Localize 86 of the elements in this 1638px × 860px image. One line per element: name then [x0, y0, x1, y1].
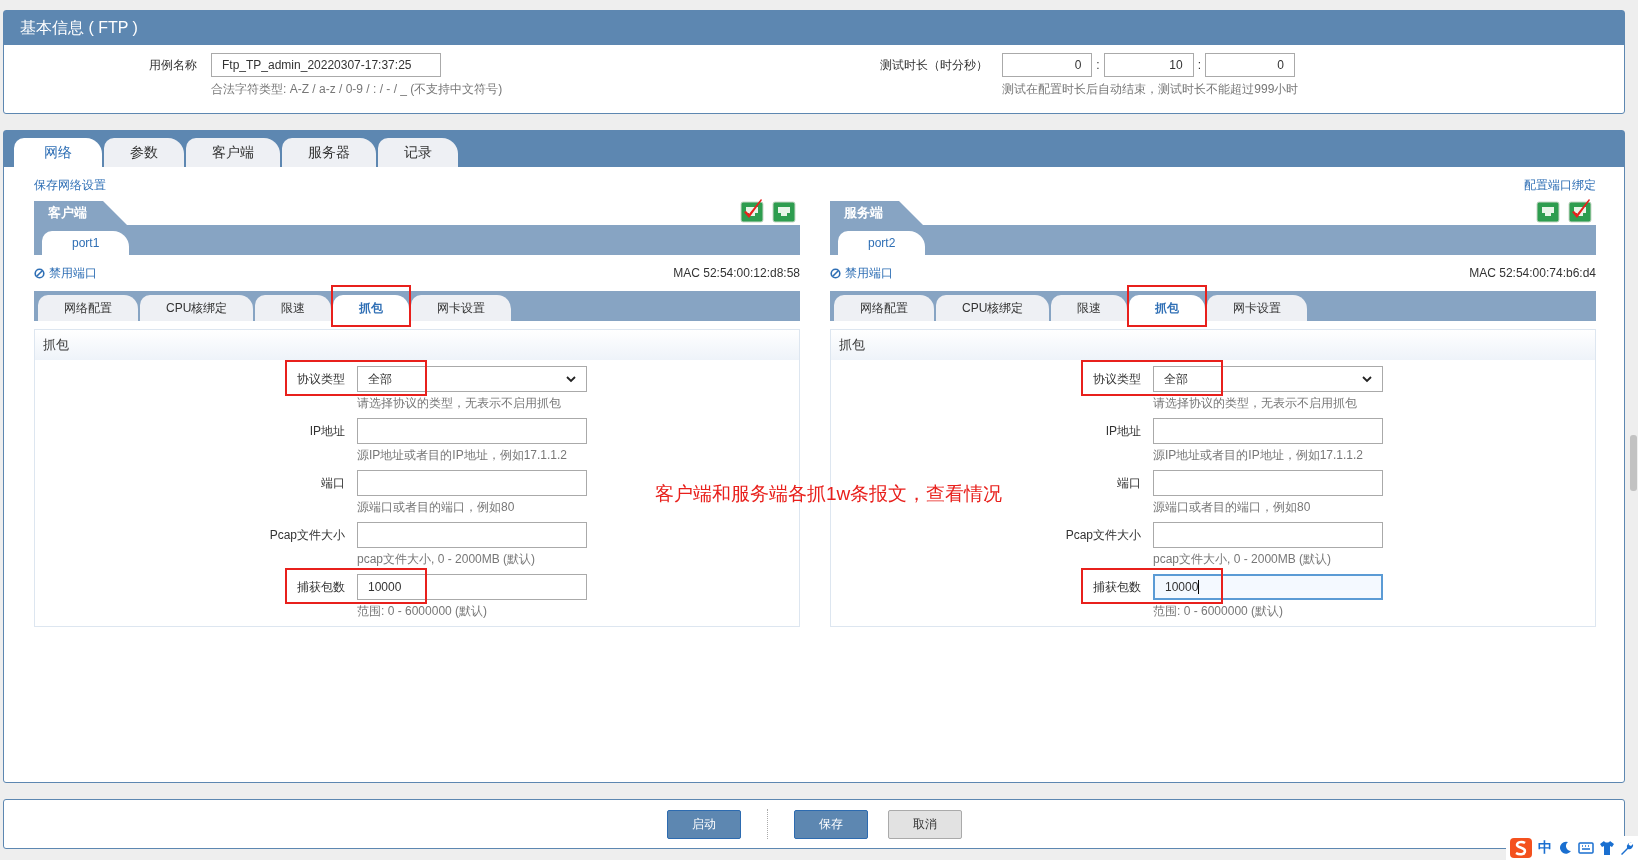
field-label: 端口: [1116, 474, 1141, 492]
input-field[interactable]: 0: [1205, 53, 1296, 77]
field-label: 协议类型: [296, 370, 345, 388]
sub-tab[interactable]: 网卡设置: [1207, 295, 1308, 321]
field-hint: 范围: 0 - 6000000 (默认): [357, 603, 489, 620]
wrench-icon[interactable]: [1620, 841, 1634, 855]
action-button[interactable]: 保存: [793, 809, 868, 839]
field-label: 协议类型: [1092, 370, 1141, 388]
input-field[interactable]: [357, 418, 587, 444]
sub-tab[interactable]: 网络配置: [38, 295, 138, 321]
field-hint: 源IP地址或者目的IP地址，例如17.1.1.2: [1153, 447, 1365, 464]
field-hint: 源端口或者目的端口，例如80: [1153, 499, 1312, 516]
tab[interactable]: 记录: [378, 138, 458, 167]
port-check-icon[interactable]: [1568, 199, 1592, 223]
sub-tab[interactable]: 抓包: [333, 295, 410, 321]
sub-tab[interactable]: CPU核绑定: [140, 295, 254, 321]
field-hint: 测试在配置时长后自动结束，测试时长不能超过999小时: [1002, 81, 1299, 98]
field-hint: pcap文件大小, 0 - 2000MB (默认): [357, 551, 537, 568]
field-label: 测试时长（时分秒）: [880, 56, 989, 74]
disable-port-link[interactable]: 禁用端口: [34, 264, 97, 282]
field-label: IP地址: [308, 422, 345, 440]
input-field[interactable]: 10000: [1153, 574, 1383, 600]
action-button[interactable]: 启动: [666, 809, 741, 839]
save-settings-link[interactable]: 保存网络设置: [34, 177, 106, 197]
field-label: Pcap文件大小: [268, 526, 345, 544]
sub-tab[interactable]: 网络配置: [834, 295, 934, 321]
tab[interactable]: 参数: [104, 138, 184, 167]
shirt-icon[interactable]: [1600, 840, 1614, 856]
tab[interactable]: 网络: [14, 138, 102, 167]
tab[interactable]: 客户端: [186, 138, 280, 167]
port-tab[interactable]: port2: [838, 231, 926, 255]
port-tab[interactable]: port1: [42, 231, 130, 255]
sub-tab[interactable]: 抓包: [1129, 295, 1206, 321]
caret-icon: [1362, 375, 1372, 383]
field-label: 捕获包数: [1092, 578, 1141, 596]
panel-title: 服务端: [830, 201, 923, 225]
time-separator: :: [1096, 58, 1100, 72]
field-hint: pcap文件大小, 0 - 2000MB (默认): [1153, 551, 1333, 568]
field-hint: 合法字符类型: A-Z / a-z / 0-9 / : / - / _ (不支持中文符号): [211, 81, 503, 98]
sub-tab[interactable]: 限速: [1051, 295, 1128, 321]
input-field[interactable]: 0: [1002, 53, 1093, 77]
field-hint: 源IP地址或者目的IP地址，例如17.1.1.2: [357, 447, 569, 464]
port-binding-link[interactable]: 配置端口绑定: [1524, 177, 1596, 197]
tab[interactable]: 服务器: [282, 138, 376, 167]
input-field[interactable]: [357, 470, 587, 496]
input-mode[interactable]: 中: [1538, 839, 1552, 857]
protocol-select[interactable]: 全部: [357, 366, 587, 392]
disabled-icon: [34, 267, 45, 279]
input-field[interactable]: 10: [1103, 53, 1194, 77]
section-title: 基本信息 ( FTP ): [4, 11, 1624, 45]
action-button[interactable]: 取消: [887, 809, 962, 839]
field-hint: 请选择协议的类型，无表示不启用抓包: [1153, 395, 1358, 412]
input-field[interactable]: [1153, 418, 1383, 444]
field-label: 捕获包数: [296, 578, 345, 596]
field-label: IP地址: [1104, 422, 1141, 440]
input-field[interactable]: Ftp_TP_admin_20220307-17:37:25: [211, 53, 441, 77]
port-check-icon[interactable]: [740, 199, 764, 223]
field-label: Pcap文件大小: [1064, 526, 1141, 544]
field-hint: 范围: 0 - 6000000 (默认): [1153, 603, 1285, 620]
sub-tab[interactable]: 网卡设置: [411, 295, 512, 321]
caret-icon: [566, 375, 576, 383]
disabled-icon: [830, 267, 841, 279]
mac-address: MAC 52:54:00:74:b6:d4: [1469, 266, 1596, 280]
annotation-text: 客户端和服务端各抓1w条报文，查看情况: [655, 482, 1003, 506]
port-icon[interactable]: [772, 199, 796, 223]
sub-tab[interactable]: CPU核绑定: [936, 295, 1050, 321]
input-field[interactable]: [357, 522, 587, 548]
mac-address: MAC 52:54:00:12:d8:58: [673, 266, 800, 280]
ime-logo-icon: [1510, 838, 1532, 858]
panel-title: 客户端: [34, 201, 127, 225]
disable-port-link[interactable]: 禁用端口: [830, 264, 893, 282]
field-label: 用例名称: [149, 56, 197, 74]
sub-tab[interactable]: 限速: [255, 295, 332, 321]
protocol-select[interactable]: 全部: [1153, 366, 1383, 392]
time-separator: :: [1197, 58, 1202, 72]
moon-icon[interactable]: [1558, 841, 1572, 855]
field-label: 端口: [320, 474, 345, 492]
input-field[interactable]: [1153, 470, 1383, 496]
keyboard-icon[interactable]: [1578, 840, 1594, 856]
input-field[interactable]: [1153, 522, 1383, 548]
field-hint: 源端口或者目的端口，例如80: [357, 499, 516, 516]
port-icon[interactable]: [1536, 199, 1560, 223]
input-field[interactable]: 10000: [357, 574, 587, 600]
field-hint: 请选择协议的类型，无表示不启用抓包: [357, 395, 562, 412]
scrollbar-thumb[interactable]: [1630, 435, 1637, 491]
ime-toolbar[interactable]: 中: [1506, 836, 1638, 860]
